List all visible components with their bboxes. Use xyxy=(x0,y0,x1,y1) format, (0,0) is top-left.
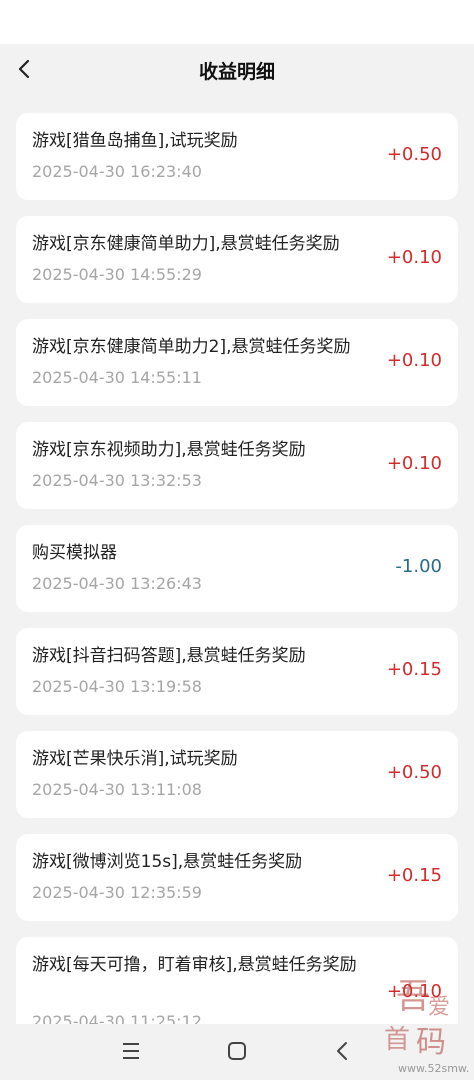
list-item[interactable]: 游戏[猎鱼岛捕鱼],试玩奖励 2025-04-30 16:23:40 +0.50 xyxy=(16,113,458,200)
triangle-back-icon[interactable] xyxy=(330,1038,356,1064)
list-item[interactable]: 游戏[微博浏览15s],悬赏蛙任务奖励 2025-04-30 12:35:59 … xyxy=(16,834,458,921)
record-amount: +0.15 xyxy=(386,659,442,680)
record-time: 2025-04-30 13:32:53 xyxy=(32,471,202,490)
record-time: 2025-04-30 14:55:29 xyxy=(32,265,202,284)
record-amount: +0.15 xyxy=(386,865,442,886)
list-item[interactable]: 购买模拟器 2025-04-30 13:26:43 -1.00 xyxy=(16,525,458,612)
record-amount: +0.10 xyxy=(386,247,442,268)
record-time: 2025-04-30 13:11:08 xyxy=(32,780,202,799)
list-item[interactable]: 游戏[京东视频助力],悬赏蛙任务奖励 2025-04-30 13:32:53 +… xyxy=(16,422,458,509)
record-title: 游戏[猎鱼岛捕鱼],试玩奖励 xyxy=(32,131,238,151)
system-nav-bar xyxy=(0,1024,474,1080)
record-time: 2025-04-30 13:26:43 xyxy=(32,574,202,593)
record-title: 游戏[京东健康简单助力],悬赏蛙任务奖励 xyxy=(32,234,340,254)
record-amount: +0.10 xyxy=(386,350,442,371)
record-title: 购买模拟器 xyxy=(32,543,117,563)
record-amount: +0.50 xyxy=(386,144,442,165)
status-bar xyxy=(0,0,474,44)
record-title: 游戏[每天可撸，盯着审核],悬赏蛙任务奖励 xyxy=(32,955,357,975)
record-amount: +0.50 xyxy=(386,762,442,783)
list-item[interactable]: 游戏[芒果快乐消],试玩奖励 2025-04-30 13:11:08 +0.50 xyxy=(16,731,458,818)
menu-icon[interactable] xyxy=(118,1038,144,1064)
record-time: 2025-04-30 13:19:58 xyxy=(32,677,202,696)
record-time: 2025-04-30 16:23:40 xyxy=(32,162,202,181)
page-title: 收益明细 xyxy=(198,61,275,83)
income-list: 游戏[猎鱼岛捕鱼],试玩奖励 2025-04-30 16:23:40 +0.50… xyxy=(16,113,458,1063)
record-amount: -1.00 xyxy=(395,556,442,577)
record-amount: +0.10 xyxy=(386,981,442,1002)
record-amount: +0.10 xyxy=(386,453,442,474)
record-time: 2025-04-30 14:55:11 xyxy=(32,368,202,387)
page-header: 收益明细 xyxy=(0,44,474,98)
record-title: 游戏[芒果快乐消],试玩奖励 xyxy=(32,749,238,769)
record-title: 游戏[抖音扫码答题],悬赏蛙任务奖励 xyxy=(32,646,306,666)
record-time: 2025-04-30 12:35:59 xyxy=(32,883,202,902)
list-item[interactable]: 游戏[抖音扫码答题],悬赏蛙任务奖励 2025-04-30 13:19:58 +… xyxy=(16,628,458,715)
record-title: 游戏[京东健康简单助力2],悬赏蛙任务奖励 xyxy=(32,337,351,357)
list-item[interactable]: 游戏[京东健康简单助力],悬赏蛙任务奖励 2025-04-30 14:55:29… xyxy=(16,216,458,303)
record-title: 游戏[微博浏览15s],悬赏蛙任务奖励 xyxy=(32,852,303,872)
record-title: 游戏[京东视频助力],悬赏蛙任务奖励 xyxy=(32,440,306,460)
list-item[interactable]: 游戏[京东健康简单助力2],悬赏蛙任务奖励 2025-04-30 14:55:1… xyxy=(16,319,458,406)
square-home-icon[interactable] xyxy=(224,1038,250,1064)
